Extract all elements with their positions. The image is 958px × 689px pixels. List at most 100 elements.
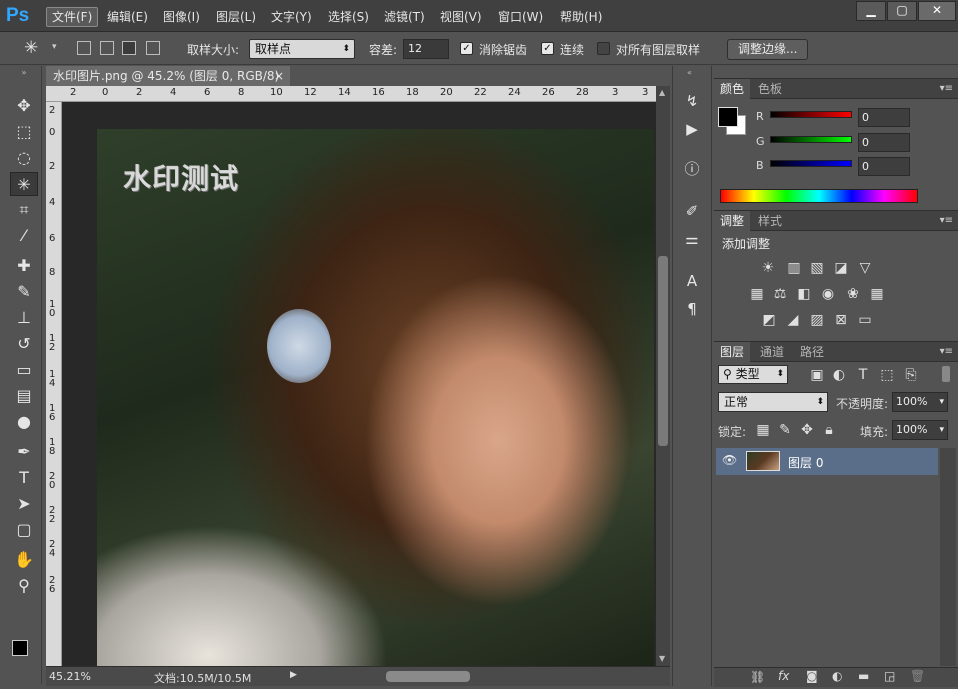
menu-type[interactable]: 文字(Y) [266, 7, 317, 27]
contiguous-checkbox[interactable]: ✓ [541, 42, 554, 55]
selective-color-icon[interactable]: ⊠ [832, 311, 850, 329]
scroll-down-icon[interactable]: ▼ [659, 654, 665, 663]
pen-tool-icon[interactable]: ✒ [10, 440, 38, 464]
new-layer-icon[interactable]: ◲ [884, 669, 895, 683]
sample-all-layers-checkbox[interactable] [597, 42, 610, 55]
panel-menu-icon[interactable]: ▾≡ [940, 346, 953, 357]
menu-file[interactable]: 文件(F) [46, 7, 99, 27]
hue-saturation-icon[interactable]: ▦ [748, 285, 766, 303]
tab-layers[interactable]: 图层 [714, 342, 751, 362]
antialias-checkbox[interactable]: ✓ [460, 42, 473, 55]
marquee-tool-icon[interactable]: ⬚ [10, 120, 38, 144]
actions-panel-icon[interactable]: ▶ [681, 118, 703, 140]
layer-name[interactable]: 图层 0 [788, 454, 823, 471]
brush-tool-icon[interactable]: ✎ [10, 280, 38, 304]
channel-r-slider[interactable] [770, 111, 852, 118]
path-selection-tool-icon[interactable]: ➤ [10, 492, 38, 516]
channel-mixer-icon[interactable]: ❀ [844, 285, 862, 303]
panel-menu-icon[interactable]: ▾≡ [940, 215, 953, 226]
threshold-icon[interactable]: ▨ [808, 311, 826, 329]
brightness-contrast-icon[interactable]: ☀ [759, 259, 777, 277]
history-brush-tool-icon[interactable]: ↺ [10, 332, 38, 356]
new-group-icon[interactable]: ▬ [858, 669, 869, 683]
chevron-down-icon[interactable]: ▾ [939, 393, 944, 411]
filter-type-icon[interactable]: T [854, 366, 872, 384]
brush-panel-icon[interactable]: ✐ [681, 200, 703, 222]
menu-view[interactable]: 视图(V) [435, 7, 487, 27]
adjustment-layer-icon[interactable]: ◐ [832, 669, 842, 683]
lock-position-icon[interactable]: ✥ [798, 421, 816, 439]
filter-smart-object-icon[interactable]: ⎘ [902, 366, 920, 384]
zoom-tool-icon[interactable]: ⚲ [10, 574, 38, 598]
paragraph-panel-icon[interactable]: ¶ [681, 298, 703, 320]
dodge-tool-icon[interactable]: ● [10, 410, 38, 434]
info-panel-icon[interactable]: ⓘ [681, 158, 703, 180]
hand-tool-icon[interactable]: ✋ [10, 548, 38, 572]
delete-layer-icon[interactable]: 🗑︎ [910, 669, 925, 683]
layer-style-icon[interactable]: fx [778, 669, 789, 683]
layer-filter-select[interactable]: ⚲ 类型 ⬍ [718, 365, 788, 384]
shape-tool-icon[interactable]: ▢ [10, 518, 38, 542]
color-lookup-icon[interactable]: ▦ [868, 285, 886, 303]
add-mask-icon[interactable]: ◙ [806, 669, 818, 683]
close-window-button[interactable]: ✕ [918, 1, 956, 21]
crop-tool-icon[interactable]: ⌗ [10, 198, 38, 222]
blend-mode-select[interactable]: 正常 ⬍ [718, 392, 828, 412]
photo-filter-icon[interactable]: ◉ [819, 285, 837, 303]
menu-edit[interactable]: 编辑(E) [102, 7, 153, 27]
maximize-button[interactable]: ▢ [887, 1, 917, 21]
clone-source-panel-icon[interactable]: ⚌ [681, 228, 703, 250]
eye-icon[interactable]: 👁︎ [722, 453, 737, 467]
tolerance-input[interactable]: 12 [403, 39, 449, 59]
new-selection-icon[interactable] [77, 41, 91, 55]
magic-wand-tool-icon[interactable]: ✳ [10, 172, 38, 196]
invert-icon[interactable]: ◩ [760, 311, 778, 329]
vertical-scrollbar[interactable]: ▲ ▼ [656, 86, 670, 666]
status-menu-arrow-icon[interactable]: ▶ [290, 670, 297, 680]
menu-image[interactable]: 图像(I) [158, 7, 205, 27]
layer-row[interactable]: 👁︎ 图层 0 [716, 448, 938, 475]
levels-icon[interactable]: ▥ [785, 259, 803, 277]
panel-menu-icon[interactable]: ▾≡ [940, 83, 953, 94]
eyedropper-tool-icon[interactable]: ⁄ [10, 224, 38, 248]
zoom-level[interactable]: 45.21% [49, 670, 91, 683]
channel-b-slider[interactable] [770, 160, 852, 167]
add-to-selection-icon[interactable] [100, 41, 114, 55]
collapse-tools-icon[interactable]: » [10, 68, 38, 78]
gradient-tool-icon[interactable]: ▤ [10, 384, 38, 408]
menu-filter[interactable]: 滤镜(T) [379, 7, 430, 27]
horizontal-scroll-thumb[interactable] [386, 671, 470, 682]
fg-color-swatch[interactable] [718, 107, 738, 127]
move-tool-icon[interactable]: ✥ [10, 94, 38, 118]
posterize-icon[interactable]: ◢ [784, 311, 802, 329]
lock-transparent-icon[interactable]: ▦ [754, 421, 772, 439]
menu-select[interactable]: 选择(S) [323, 7, 374, 27]
document-tab[interactable]: 水印图片.png @ 45.2% (图层 0, RGB/8) × [46, 66, 290, 86]
vertical-scroll-thumb[interactable] [658, 256, 668, 446]
canvas-area[interactable]: 水印测试 [62, 102, 656, 666]
tab-styles[interactable]: 样式 [752, 211, 788, 231]
character-panel-icon[interactable]: A [681, 270, 703, 292]
filter-pixel-icon[interactable]: ▣ [808, 366, 826, 384]
filter-shape-icon[interactable]: ⬚ [878, 366, 896, 384]
close-document-icon[interactable]: × [274, 66, 284, 86]
filter-adjustment-icon[interactable]: ◐ [830, 366, 848, 384]
channel-b-input[interactable]: 0 [858, 157, 910, 176]
exposure-icon[interactable]: ◪ [832, 259, 850, 277]
channel-g-slider[interactable] [770, 136, 852, 143]
opacity-input[interactable]: 100% ▾ [892, 392, 948, 412]
menu-help[interactable]: 帮助(H) [555, 7, 607, 27]
chevron-down-icon[interactable]: ▾ [939, 421, 944, 439]
layers-scrollbar[interactable] [940, 448, 956, 666]
magic-wand-icon[interactable]: ✳ [24, 38, 38, 58]
gradient-map-icon[interactable]: ▭ [856, 311, 874, 329]
subtract-selection-icon[interactable] [122, 41, 136, 55]
lock-all-icon[interactable]: 🔒︎ [820, 421, 838, 439]
tab-color[interactable]: 颜色 [714, 79, 751, 99]
refine-edge-button[interactable]: 调整边缘... [727, 39, 809, 60]
vibrance-icon[interactable]: ▽ [856, 259, 874, 277]
scroll-up-icon[interactable]: ▲ [659, 88, 665, 97]
healing-brush-tool-icon[interactable]: ✚ [10, 254, 38, 278]
color-balance-icon[interactable]: ⚖ [771, 285, 789, 303]
black-white-icon[interactable]: ◧ [795, 285, 813, 303]
